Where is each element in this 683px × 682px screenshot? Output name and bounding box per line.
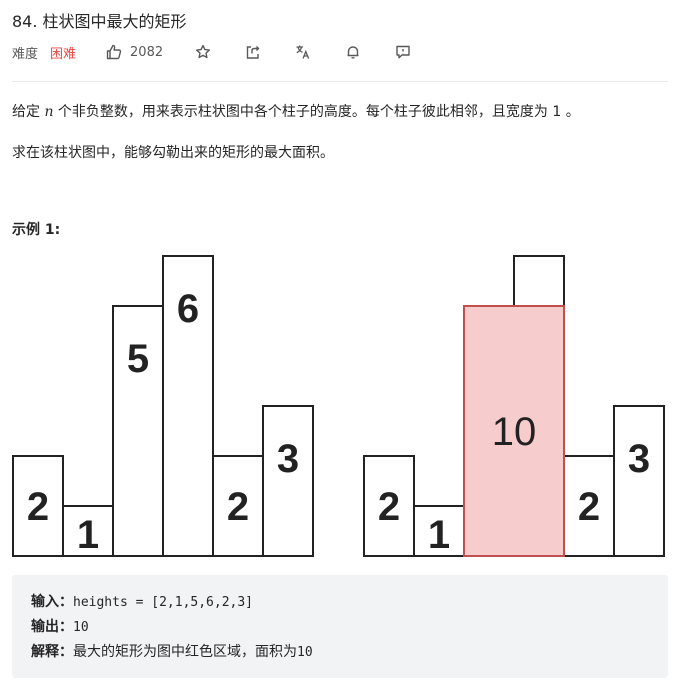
bar-value-label: 3 (277, 437, 299, 481)
translate-button[interactable] (293, 42, 313, 62)
bar (613, 405, 665, 557)
comment-icon (396, 45, 410, 59)
description-paragraph-1: 给定 n 个非负整数，用来表示柱状图中各个柱子的高度。每个柱子彼此相邻，且宽度为… (12, 101, 580, 121)
share-button[interactable] (243, 42, 263, 62)
bar-value-label: 2 (227, 485, 249, 529)
output-label: 输出： (31, 619, 73, 635)
example-explanation-line: 解释： 最大的矩形为图中红色区域，面积为 10 (31, 641, 313, 661)
like-count: 2082 (130, 44, 164, 60)
thumbs-up-icon (106, 44, 122, 60)
bar-value-label: 1 (77, 513, 99, 557)
feedback-button[interactable] (393, 42, 413, 62)
problem-meta-toolbar: 难度 困难 2082 (12, 42, 443, 62)
difficulty-badge: 困难 (50, 46, 77, 62)
explanation-text: 最大的矩形为图中红色区域，面积为 (73, 644, 297, 660)
translate-icon (296, 45, 310, 59)
histogram-1: 215623 (12, 255, 314, 557)
histogram-2: 102123 (363, 255, 665, 557)
example-title: 示例 1: (12, 222, 61, 238)
header-divider (12, 81, 668, 82)
explanation-label: 解释： (31, 644, 73, 660)
explanation-value: 10 (297, 645, 313, 660)
description-paragraph-2: 求在该柱状图中，能够勾勒出来的矩形的最大面积。 (12, 145, 334, 161)
example-input-line: 输入： heights = [2,1,5,6,2,3] (31, 591, 253, 611)
example-output-line: 输出： 10 (31, 616, 89, 636)
description-text-post: 个非负整数，用来表示柱状图中各个柱子的高度。每个柱子彼此相邻，且宽度为 1 。 (53, 104, 580, 120)
example-code-block: 输入： heights = [2,1,5,6,2,3] 输出： 10 解释： 最大的矩… (12, 575, 668, 678)
problem-title: 84. 柱状图中最大的矩形 (12, 12, 187, 31)
bar-value-label: 5 (127, 337, 149, 381)
bar-value-label: 2 (27, 485, 49, 529)
histogram-illustration: 215623102123 (12, 255, 665, 557)
bar-value-label: 2 (378, 485, 400, 529)
bar-value-label: 1 (428, 513, 450, 557)
input-label: 输入： (31, 594, 73, 610)
bar-value-label: 3 (628, 437, 650, 481)
difficulty-label: 难度 (12, 46, 39, 62)
star-icon (196, 44, 211, 59)
input-value: heights = [2,1,5,6,2,3] (73, 595, 254, 610)
like-button[interactable]: 2082 (106, 44, 163, 60)
output-value: 10 (73, 620, 89, 635)
bar-value-label: 6 (177, 287, 199, 331)
share-icon (246, 46, 260, 59)
favorite-button[interactable] (193, 42, 213, 62)
bar-value-label: 2 (578, 485, 600, 529)
problem-page: 84. 柱状图中最大的矩形 难度 困难 2082 给定 n 个非负整数，用来表示… (0, 0, 683, 682)
bell-icon (347, 46, 359, 59)
bar (262, 405, 314, 557)
subscribe-button[interactable] (343, 42, 363, 62)
description-text-pre: 给定 (12, 104, 45, 120)
max-area-label: 10 (492, 410, 537, 454)
